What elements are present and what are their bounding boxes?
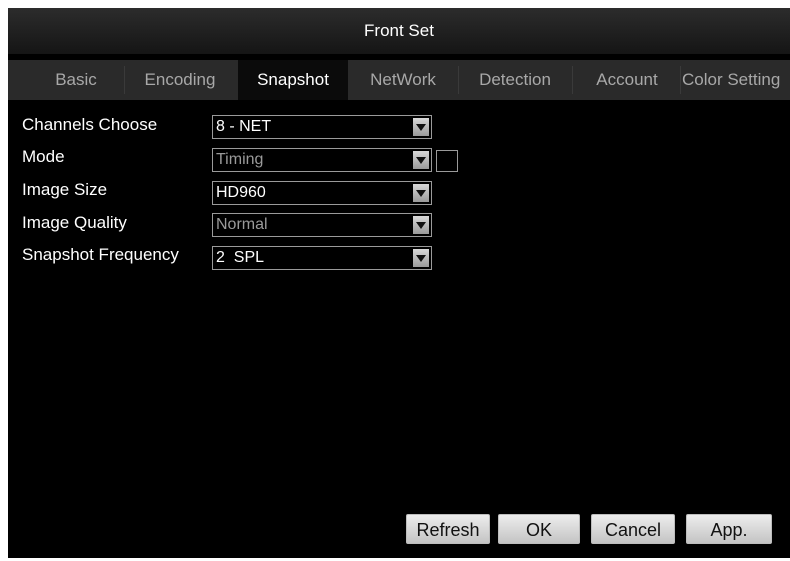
tab-separator: [572, 66, 573, 94]
front-set-window: Front Set Basic Encoding Snapshot NetWor…: [8, 8, 790, 558]
mode-select[interactable]: Timing: [212, 148, 432, 172]
ok-button[interactable]: OK: [498, 514, 580, 544]
cancel-button[interactable]: Cancel: [591, 514, 675, 544]
dropdown-arrow-icon[interactable]: [413, 151, 429, 169]
snapshot-frequency-label: Snapshot Frequency: [22, 245, 179, 264]
mode-label: Mode: [22, 147, 65, 166]
tab-account[interactable]: Account: [574, 60, 680, 100]
channels-choose-value: 8 - NET: [216, 118, 272, 135]
refresh-button[interactable]: Refresh: [406, 514, 490, 544]
tab-separator: [680, 66, 681, 94]
apply-button[interactable]: App.: [686, 514, 772, 544]
image-size-value: HD960: [216, 184, 266, 201]
image-size-label: Image Size: [22, 180, 108, 199]
mode-enable-checkbox[interactable]: [436, 150, 458, 172]
dropdown-arrow-icon[interactable]: [413, 216, 429, 234]
dropdown-arrow-icon[interactable]: [413, 184, 429, 202]
snapshot-frequency-select[interactable]: 2 SPL: [212, 246, 432, 270]
mode-value: Timing: [216, 151, 264, 168]
snapshot-frequency-value: 2 SPL: [216, 249, 265, 266]
channels-choose-select[interactable]: 8 - NET: [212, 115, 432, 139]
image-quality-value: Normal: [216, 216, 268, 233]
dropdown-arrow-icon[interactable]: [413, 118, 429, 136]
image-size-select[interactable]: HD960: [212, 181, 432, 205]
tab-encoding[interactable]: Encoding: [125, 60, 235, 100]
tab-network[interactable]: NetWork: [350, 60, 456, 100]
tab-snapshot[interactable]: Snapshot: [238, 60, 348, 100]
tab-color-setting[interactable]: Color Setting: [682, 60, 790, 100]
tab-separator: [458, 66, 459, 94]
image-quality-select[interactable]: Normal: [212, 213, 432, 237]
dropdown-arrow-icon[interactable]: [413, 249, 429, 267]
window-title: Front Set: [8, 8, 790, 54]
channels-choose-label: Channels Choose: [22, 115, 158, 134]
tab-basic[interactable]: Basic: [28, 60, 124, 100]
tab-detection[interactable]: Detection: [460, 60, 570, 100]
image-quality-label: Image Quality: [22, 213, 127, 232]
